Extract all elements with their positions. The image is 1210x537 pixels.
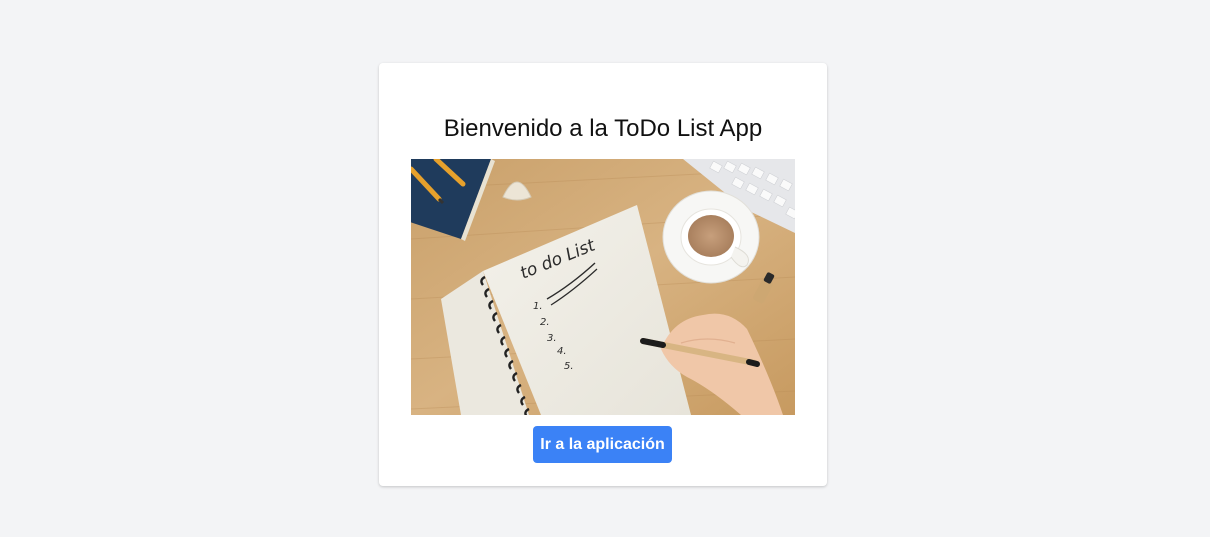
image-list-number: 3. (547, 333, 557, 344)
welcome-card: Bienvenido a la ToDo List App to do List… (379, 63, 827, 486)
image-list-number: 1. (533, 301, 543, 312)
image-list-number: 2. (540, 317, 550, 328)
todo-list-illustration: to do List 1. 2. 3. 4. 5. (411, 159, 795, 415)
welcome-title: Bienvenido a la ToDo List App (443, 115, 763, 142)
image-list-number: 4. (557, 346, 567, 357)
image-list-number: 5. (564, 361, 574, 372)
go-to-app-button[interactable]: Ir a la aplicación (533, 426, 672, 463)
